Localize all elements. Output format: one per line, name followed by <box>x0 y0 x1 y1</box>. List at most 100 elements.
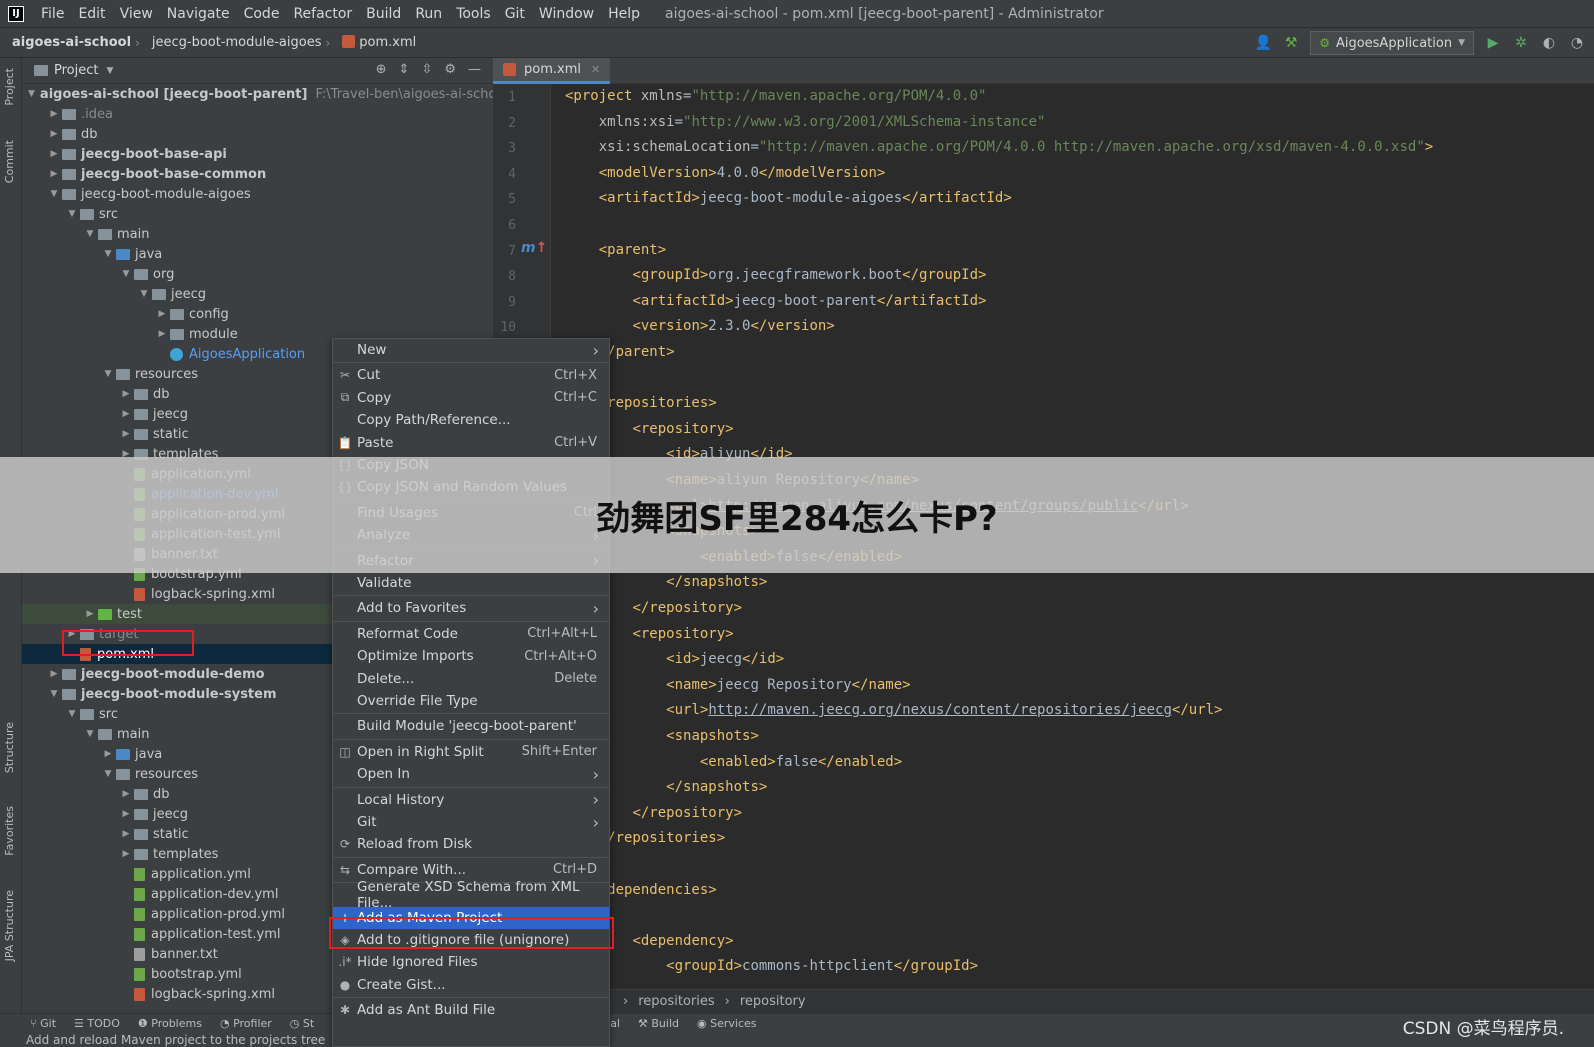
bottom-tab-todo[interactable]: ☰ TODO <box>74 1017 120 1030</box>
expand-all-icon[interactable]: ⇕ <box>399 62 410 77</box>
context-menu-item[interactable]: Optimize Imports Ctrl+Alt+O <box>333 645 609 667</box>
tree-node[interactable]: ▼ org <box>22 264 493 284</box>
bottom-tab-git[interactable]: ⑂ Git <box>30 1017 56 1030</box>
menu-help[interactable]: Help <box>601 0 647 28</box>
tree-node[interactable]: ▼ jeecg-boot-module-aigoes <box>22 184 493 204</box>
chevron-right-icon[interactable]: ▶ <box>118 389 134 399</box>
chevron-right-icon[interactable]: ▶ <box>154 329 170 339</box>
strip-tab-jpa-structure[interactable]: JPA Structure <box>3 890 16 961</box>
profiler-icon[interactable]: ◔ <box>1568 34 1586 52</box>
chevron-right-icon[interactable]: ▶ <box>82 609 98 619</box>
context-menu-item[interactable]: ● Create Gist... <box>333 974 609 996</box>
menu-view[interactable]: View <box>113 0 160 28</box>
chevron-down-icon[interactable]: ▼ <box>82 229 98 239</box>
menu-code[interactable]: Code <box>237 0 287 28</box>
menu-window[interactable]: Window <box>532 0 601 28</box>
menu-git[interactable]: Git <box>498 0 532 28</box>
bottom-tab-build[interactable]: ⚒ Build <box>638 1017 679 1030</box>
context-menu-item[interactable]: Reformat Code Ctrl+Alt+L <box>333 623 609 645</box>
chevron-down-icon[interactable]: ▼ <box>64 709 80 719</box>
tree-node[interactable]: ▼ main <box>22 224 493 244</box>
context-menu-item[interactable]: + Add as Maven Project <box>333 906 609 929</box>
context-menu-item[interactable]: ⟳ Reload from Disk <box>333 833 609 855</box>
strip-tab-commit[interactable]: Commit <box>3 140 16 183</box>
menu-navigate[interactable]: Navigate <box>160 0 237 28</box>
coverage-icon[interactable]: ◐ <box>1540 34 1558 52</box>
context-menu-item[interactable]: Open In › <box>333 763 609 785</box>
menu-tools[interactable]: Tools <box>449 0 498 28</box>
context-menu-item[interactable]: New › <box>333 339 609 361</box>
tree-node[interactable]: ▶ db <box>22 124 493 144</box>
chevron-down-icon[interactable]: ▼ <box>106 66 113 76</box>
collapse-all-icon[interactable]: ⇳ <box>421 62 432 77</box>
breadcrumb-file[interactable]: pom.xml <box>330 35 420 50</box>
bottom-tab-profiler[interactable]: ◔ Profiler <box>220 1017 272 1030</box>
chevron-right-icon[interactable]: ▶ <box>46 109 62 119</box>
chevron-right-icon[interactable]: ▶ <box>46 129 62 139</box>
context-menu-item[interactable]: Validate <box>333 572 609 594</box>
breadcrumb-project[interactable]: aigoes-ai-school <box>0 35 135 50</box>
menu-edit[interactable]: Edit <box>71 0 112 28</box>
chevron-right-icon[interactable]: ▶ <box>46 149 62 159</box>
menu-run[interactable]: Run <box>408 0 449 28</box>
context-menu-item[interactable]: ✱ Add as Ant Build File <box>333 999 609 1021</box>
tree-node[interactable]: ▼ java <box>22 244 493 264</box>
context-menu-item[interactable]: ⇆ Compare With... Ctrl+D <box>333 859 609 881</box>
tree-node[interactable]: ▶ .idea <box>22 104 493 124</box>
context-menu-item[interactable]: ⧉ Copy Ctrl+C <box>333 387 609 409</box>
bottom-tab-services[interactable]: ◉ Services <box>697 1017 757 1030</box>
chevron-right-icon[interactable]: ▶ <box>118 829 134 839</box>
editor-tab-pom-xml[interactable]: pom.xml ✕ <box>493 58 611 84</box>
chevron-right-icon[interactable]: ▶ <box>118 409 134 419</box>
close-icon[interactable]: ✕ <box>591 63 600 76</box>
tree-node[interactable]: ▶ config <box>22 304 493 324</box>
gear-icon[interactable]: ⚙ <box>444 62 456 77</box>
context-menu-item[interactable]: Generate XSD Schema from XML File... <box>333 879 609 911</box>
menu-refactor[interactable]: Refactor <box>286 0 359 28</box>
tree-node[interactable]: ▼ jeecg <box>22 284 493 304</box>
context-menu-item[interactable]: Copy Path/Reference... <box>333 409 609 431</box>
maven-parent-icon[interactable]: m↑ <box>521 240 547 256</box>
run-configuration-select[interactable]: ⚙ AigoesApplication ▼ <box>1310 31 1474 55</box>
context-menu-item[interactable]: 📋 Paste Ctrl+V <box>333 432 609 454</box>
editor-breadcrumb-repositories[interactable]: repositories <box>638 994 714 1009</box>
strip-tab-project[interactable]: Project <box>3 68 16 106</box>
strip-tab-structure[interactable]: Structure <box>3 722 16 773</box>
context-menu-item[interactable]: Local History › <box>333 789 609 811</box>
context-menu-item[interactable]: ◫ Open in Right Split Shift+Enter <box>333 741 609 763</box>
chevron-down-icon[interactable]: ▼ <box>46 189 62 199</box>
chevron-right-icon[interactable]: ▶ <box>154 309 170 319</box>
context-menu-item[interactable]: Build Module 'jeecg-boot-parent' <box>333 715 609 737</box>
debug-icon[interactable]: ✲ <box>1512 34 1530 52</box>
chevron-right-icon[interactable]: ▶ <box>46 169 62 179</box>
chevron-down-icon[interactable]: ▼ <box>64 209 80 219</box>
chevron-right-icon[interactable]: ▶ <box>118 849 134 859</box>
chevron-down-icon[interactable]: ▼ <box>82 729 98 739</box>
chevron-right-icon[interactable]: ▶ <box>100 749 116 759</box>
chevron-down-icon[interactable]: ▼ <box>46 689 62 699</box>
bottom-tab-services-partial[interactable]: ◷ St <box>290 1017 314 1030</box>
chevron-down-icon[interactable]: ▼ <box>28 89 35 99</box>
minimize-icon[interactable]: — <box>468 62 481 77</box>
chevron-right-icon[interactable]: ▶ <box>64 629 80 639</box>
menu-build[interactable]: Build <box>359 0 408 28</box>
context-menu-item[interactable]: Add to Favorites › <box>333 597 609 619</box>
tree-node[interactable]: ▼ aigoes-ai-school [jeecg-boot-parent] F:\… <box>22 84 493 104</box>
context-menu-item[interactable]: .i* Hide Ignored Files <box>333 951 609 973</box>
context-menu-item[interactable]: Git › <box>333 811 609 833</box>
tree-node[interactable]: ▶ jeecg-boot-base-common <box>22 164 493 184</box>
project-panel-title[interactable]: Project <box>54 63 98 78</box>
breadcrumb-module[interactable]: jeecg-boot-module-aigoes <box>140 35 326 50</box>
tree-node[interactable]: ▶ jeecg-boot-base-api <box>22 144 493 164</box>
chevron-right-icon[interactable]: ▶ <box>118 809 134 819</box>
chevron-down-icon[interactable]: ▼ <box>100 249 116 259</box>
context-menu-item[interactable]: Delete... Delete <box>333 668 609 690</box>
chevron-down-icon[interactable]: ▼ <box>136 289 152 299</box>
tree-node[interactable]: ▼ src <box>22 204 493 224</box>
menu-file[interactable]: File <box>34 0 71 28</box>
chevron-down-icon[interactable]: ▼ <box>118 269 134 279</box>
user-icon[interactable]: 👤 <box>1254 34 1272 52</box>
hammer-build-icon[interactable]: ⚒ <box>1282 34 1300 52</box>
locate-icon[interactable]: ⊕ <box>376 62 387 77</box>
context-menu-item[interactable]: ✂ Cut Ctrl+X <box>333 364 609 386</box>
